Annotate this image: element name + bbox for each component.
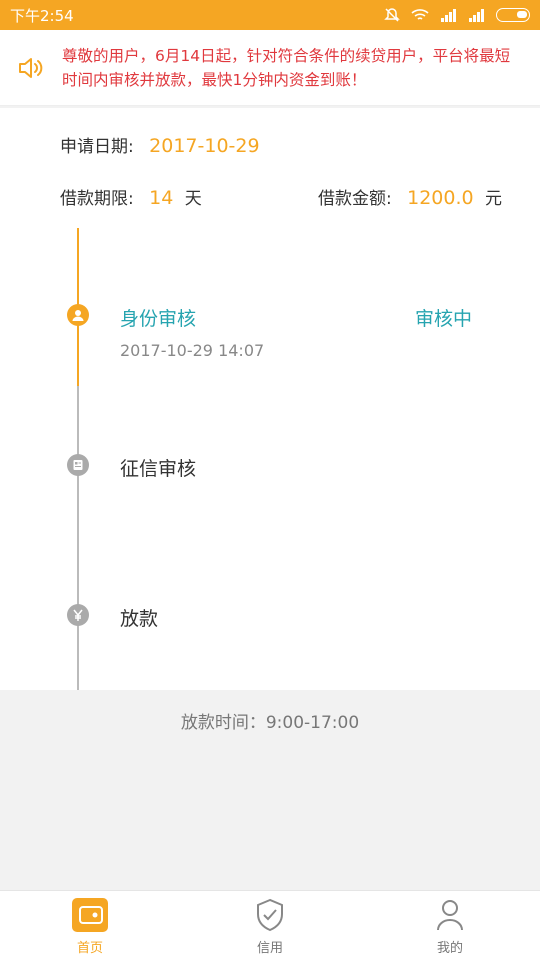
apply-date-value: 2017-10-29 [149, 135, 260, 157]
amount-value: 1200.0 [407, 187, 474, 209]
disbursement-hours: 放款时间：9:00-17:00 [180, 713, 360, 733]
nav-credit[interactable]: 信用 [180, 891, 360, 960]
signal-icon-2 [469, 9, 484, 22]
term-unit: 天 [184, 189, 202, 209]
wallet-icon [72, 897, 108, 933]
amount-unit: 元 [485, 189, 502, 209]
battery-icon [496, 8, 530, 22]
nav-credit-label: 信用 [256, 941, 283, 956]
nav-home-label: 首页 [76, 941, 103, 956]
step-identity-time: 2017-10-29 14:07 [120, 341, 265, 360]
step-identity-status: 审核中 [414, 308, 472, 330]
user-icon [67, 304, 89, 326]
apply-date-label: 申请日期: [60, 137, 134, 157]
term-value: 14 [149, 187, 174, 209]
mute-icon [384, 8, 400, 22]
signal-icon [441, 9, 456, 22]
step-disbursement-label: 放款 [120, 608, 159, 630]
apply-date-row: 申请日期: 2017-10-29 [60, 132, 260, 157]
nav-mine-label: 我的 [436, 941, 463, 956]
speaker-icon [19, 58, 43, 78]
person-icon [432, 897, 468, 933]
notice-text: 尊敬的用户，6月14日起，针对符合条件的续贷用户，平台将最短时间内审核并放款，最… [62, 47, 511, 89]
wifi-icon [411, 9, 429, 20]
bottom-nav: 首页 信用 我的 [0, 890, 540, 960]
yuan-icon [67, 604, 89, 626]
amount-label: 借款金额: [317, 189, 392, 209]
amount-row: 借款金额: 1200.0 元 [318, 184, 502, 209]
nav-mine[interactable]: 我的 [360, 891, 540, 960]
step-credit-label: 征信审核 [120, 458, 197, 480]
loan-info: 申请日期: 2017-10-29 借款期限: 14 天 借款金额: 1200.0… [0, 108, 540, 228]
shield-check-icon [252, 897, 288, 933]
nav-home[interactable]: 首页 [0, 891, 180, 960]
timeline-line-pending [77, 386, 79, 690]
notice-banner: 尊敬的用户，6月14日起，针对符合条件的续贷用户，平台将最短时间内审核并放款，最… [0, 30, 540, 106]
status-icons [384, 7, 530, 23]
progress-timeline: 身份审核 审核中 2017-10-29 14:07 征信审核 放款 [0, 228, 540, 690]
term-row: 借款期限: 14 天 [60, 184, 202, 209]
status-time: 下午2:54 [10, 6, 74, 25]
status-bar: 下午2:54 [0, 0, 540, 30]
credit-report-icon [67, 454, 89, 476]
step-identity-label: 身份审核 [120, 308, 197, 330]
term-label: 借款期限: [60, 189, 134, 209]
